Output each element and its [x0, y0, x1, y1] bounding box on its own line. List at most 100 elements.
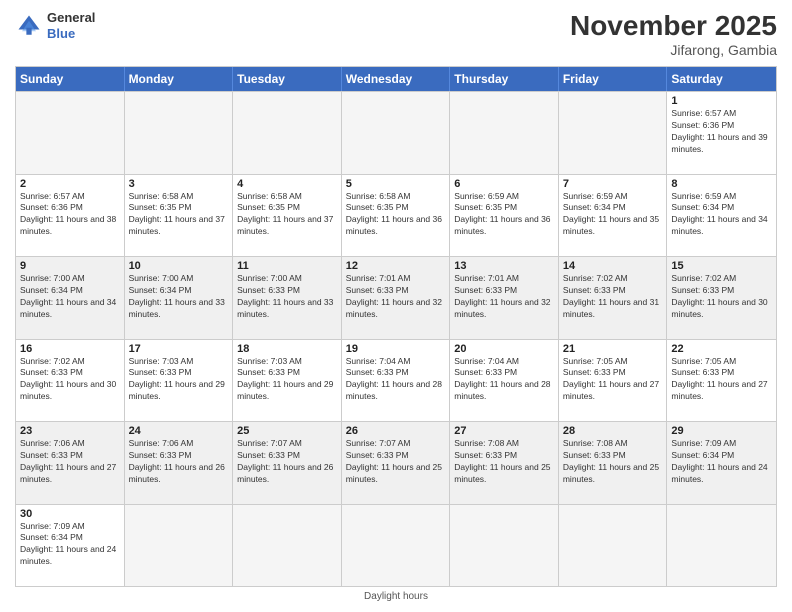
calendar-cell: 25Sunrise: 7:07 AMSunset: 6:33 PMDayligh…	[233, 422, 342, 504]
day-number: 29	[671, 425, 772, 437]
calendar-cell: 29Sunrise: 7:09 AMSunset: 6:34 PMDayligh…	[667, 422, 776, 504]
calendar-row-3: 16Sunrise: 7:02 AMSunset: 6:33 PMDayligh…	[16, 339, 776, 422]
calendar-cell: 13Sunrise: 7:01 AMSunset: 6:33 PMDayligh…	[450, 257, 559, 339]
calendar-cell: 18Sunrise: 7:03 AMSunset: 6:33 PMDayligh…	[233, 340, 342, 422]
calendar-cell	[125, 92, 234, 174]
day-number: 27	[454, 425, 554, 437]
day-number: 7	[563, 178, 663, 190]
cell-info: Sunrise: 7:07 AMSunset: 6:33 PMDaylight:…	[346, 438, 446, 486]
header-day-tuesday: Tuesday	[233, 67, 342, 91]
calendar-cell: 21Sunrise: 7:05 AMSunset: 6:33 PMDayligh…	[559, 340, 668, 422]
day-number: 21	[563, 343, 663, 355]
day-number: 2	[20, 178, 120, 190]
cell-info: Sunrise: 7:02 AMSunset: 6:33 PMDaylight:…	[563, 273, 663, 321]
calendar-cell: 3Sunrise: 6:58 AMSunset: 6:35 PMDaylight…	[125, 175, 234, 257]
calendar-cell: 28Sunrise: 7:08 AMSunset: 6:33 PMDayligh…	[559, 422, 668, 504]
cell-info: Sunrise: 6:58 AMSunset: 6:35 PMDaylight:…	[237, 191, 337, 239]
calendar-cell: 17Sunrise: 7:03 AMSunset: 6:33 PMDayligh…	[125, 340, 234, 422]
calendar-cell	[16, 92, 125, 174]
day-number: 14	[563, 260, 663, 272]
calendar-cell: 1Sunrise: 6:57 AMSunset: 6:36 PMDaylight…	[667, 92, 776, 174]
calendar-cell	[559, 505, 668, 587]
day-number: 12	[346, 260, 446, 272]
calendar-row-5: 30Sunrise: 7:09 AMSunset: 6:34 PMDayligh…	[16, 504, 776, 587]
header-day-saturday: Saturday	[667, 67, 776, 91]
cell-info: Sunrise: 7:09 AMSunset: 6:34 PMDaylight:…	[671, 438, 772, 486]
day-number: 24	[129, 425, 229, 437]
calendar-cell: 14Sunrise: 7:02 AMSunset: 6:33 PMDayligh…	[559, 257, 668, 339]
logo-line2: Blue	[47, 26, 95, 42]
calendar-cell: 12Sunrise: 7:01 AMSunset: 6:33 PMDayligh…	[342, 257, 451, 339]
day-number: 3	[129, 178, 229, 190]
calendar-cell	[342, 505, 451, 587]
cell-info: Sunrise: 7:03 AMSunset: 6:33 PMDaylight:…	[129, 356, 229, 404]
day-number: 26	[346, 425, 446, 437]
cell-info: Sunrise: 7:00 AMSunset: 6:34 PMDaylight:…	[129, 273, 229, 321]
cell-info: Sunrise: 7:09 AMSunset: 6:34 PMDaylight:…	[20, 521, 120, 569]
calendar-cell: 23Sunrise: 7:06 AMSunset: 6:33 PMDayligh…	[16, 422, 125, 504]
day-number: 6	[454, 178, 554, 190]
day-number: 30	[20, 508, 120, 520]
cell-info: Sunrise: 7:04 AMSunset: 6:33 PMDaylight:…	[454, 356, 554, 404]
calendar-cell: 11Sunrise: 7:00 AMSunset: 6:33 PMDayligh…	[233, 257, 342, 339]
footer-note: Daylight hours	[15, 591, 777, 602]
day-number: 19	[346, 343, 446, 355]
logo-text: General Blue	[47, 10, 95, 41]
cell-info: Sunrise: 6:57 AMSunset: 6:36 PMDaylight:…	[20, 191, 120, 239]
day-number: 22	[671, 343, 772, 355]
calendar-cell: 22Sunrise: 7:05 AMSunset: 6:33 PMDayligh…	[667, 340, 776, 422]
day-number: 28	[563, 425, 663, 437]
calendar-cell: 7Sunrise: 6:59 AMSunset: 6:34 PMDaylight…	[559, 175, 668, 257]
cell-info: Sunrise: 7:08 AMSunset: 6:33 PMDaylight:…	[454, 438, 554, 486]
calendar-cell: 5Sunrise: 6:58 AMSunset: 6:35 PMDaylight…	[342, 175, 451, 257]
logo-icon	[15, 12, 43, 40]
cell-info: Sunrise: 6:58 AMSunset: 6:35 PMDaylight:…	[129, 191, 229, 239]
day-number: 1	[671, 95, 772, 107]
header-day-friday: Friday	[559, 67, 668, 91]
title-block: November 2025 Jifarong, Gambia	[570, 10, 777, 58]
location: Jifarong, Gambia	[570, 42, 777, 58]
day-number: 15	[671, 260, 772, 272]
calendar-cell	[559, 92, 668, 174]
day-number: 13	[454, 260, 554, 272]
cell-info: Sunrise: 7:02 AMSunset: 6:33 PMDaylight:…	[671, 273, 772, 321]
day-number: 8	[671, 178, 772, 190]
calendar-cell	[450, 92, 559, 174]
calendar-cell: 19Sunrise: 7:04 AMSunset: 6:33 PMDayligh…	[342, 340, 451, 422]
cell-info: Sunrise: 6:59 AMSunset: 6:34 PMDaylight:…	[671, 191, 772, 239]
day-number: 20	[454, 343, 554, 355]
calendar-cell: 16Sunrise: 7:02 AMSunset: 6:33 PMDayligh…	[16, 340, 125, 422]
cell-info: Sunrise: 6:59 AMSunset: 6:35 PMDaylight:…	[454, 191, 554, 239]
calendar-cell: 9Sunrise: 7:00 AMSunset: 6:34 PMDaylight…	[16, 257, 125, 339]
calendar-cell	[667, 505, 776, 587]
calendar-cell: 20Sunrise: 7:04 AMSunset: 6:33 PMDayligh…	[450, 340, 559, 422]
cell-info: Sunrise: 7:05 AMSunset: 6:33 PMDaylight:…	[563, 356, 663, 404]
calendar-cell: 26Sunrise: 7:07 AMSunset: 6:33 PMDayligh…	[342, 422, 451, 504]
calendar-cell	[450, 505, 559, 587]
cell-info: Sunrise: 7:06 AMSunset: 6:33 PMDaylight:…	[20, 438, 120, 486]
cell-info: Sunrise: 6:57 AMSunset: 6:36 PMDaylight:…	[671, 108, 772, 156]
cell-info: Sunrise: 7:02 AMSunset: 6:33 PMDaylight:…	[20, 356, 120, 404]
calendar-cell: 10Sunrise: 7:00 AMSunset: 6:34 PMDayligh…	[125, 257, 234, 339]
calendar-row-0: 1Sunrise: 6:57 AMSunset: 6:36 PMDaylight…	[16, 91, 776, 174]
logo-line1: General	[47, 10, 95, 25]
cell-info: Sunrise: 7:01 AMSunset: 6:33 PMDaylight:…	[346, 273, 446, 321]
calendar-header: SundayMondayTuesdayWednesdayThursdayFrid…	[16, 67, 776, 91]
cell-info: Sunrise: 7:07 AMSunset: 6:33 PMDaylight:…	[237, 438, 337, 486]
calendar-row-2: 9Sunrise: 7:00 AMSunset: 6:34 PMDaylight…	[16, 256, 776, 339]
header: General Blue November 2025 Jifarong, Gam…	[15, 10, 777, 58]
day-number: 10	[129, 260, 229, 272]
day-number: 17	[129, 343, 229, 355]
calendar-cell	[125, 505, 234, 587]
calendar-cell: 30Sunrise: 7:09 AMSunset: 6:34 PMDayligh…	[16, 505, 125, 587]
cell-info: Sunrise: 7:05 AMSunset: 6:33 PMDaylight:…	[671, 356, 772, 404]
calendar-cell: 27Sunrise: 7:08 AMSunset: 6:33 PMDayligh…	[450, 422, 559, 504]
cell-info: Sunrise: 6:59 AMSunset: 6:34 PMDaylight:…	[563, 191, 663, 239]
calendar-cell: 15Sunrise: 7:02 AMSunset: 6:33 PMDayligh…	[667, 257, 776, 339]
calendar-row-4: 23Sunrise: 7:06 AMSunset: 6:33 PMDayligh…	[16, 421, 776, 504]
calendar-cell: 8Sunrise: 6:59 AMSunset: 6:34 PMDaylight…	[667, 175, 776, 257]
calendar-cell: 6Sunrise: 6:59 AMSunset: 6:35 PMDaylight…	[450, 175, 559, 257]
header-day-monday: Monday	[125, 67, 234, 91]
calendar: SundayMondayTuesdayWednesdayThursdayFrid…	[15, 66, 777, 587]
day-number: 11	[237, 260, 337, 272]
